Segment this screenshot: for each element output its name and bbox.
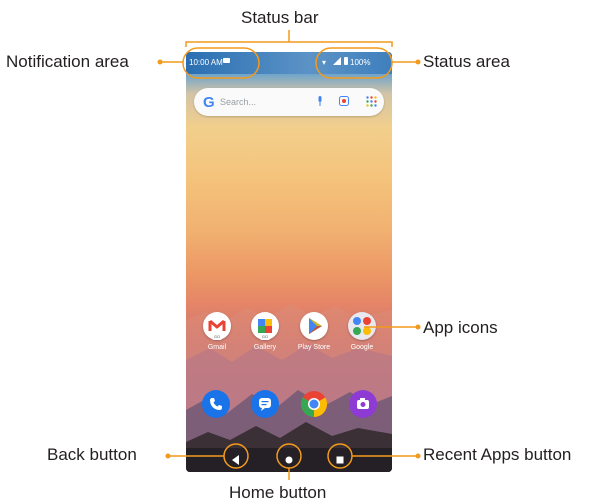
app-label: Google <box>350 344 374 351</box>
google-search-bar[interactable]: G Search... <box>194 88 384 116</box>
notification-area-dot <box>157 59 163 65</box>
back-button-callout: Back button <box>47 445 137 464</box>
recent-apps-button-dot <box>415 453 421 459</box>
app-label: Gmail <box>207 344 227 351</box>
chrome-icon[interactable] <box>300 390 328 418</box>
go-badge: GO <box>212 334 222 340</box>
signal-icon <box>333 57 341 65</box>
home-button[interactable] <box>281 452 297 468</box>
google-folder-icon <box>348 312 376 340</box>
home-button-callout: Home button <box>229 483 327 502</box>
gmail-icon: GO <box>203 312 231 340</box>
gallery-icon: GO <box>251 312 279 340</box>
play-store-icon <box>300 312 328 340</box>
notification-area-callout: Notification area <box>6 52 129 71</box>
lens-icon[interactable] <box>339 96 349 106</box>
app-label: Gallery <box>253 344 277 351</box>
wifi-icon: ▾ <box>322 58 327 67</box>
back-button[interactable] <box>228 452 244 468</box>
recent-apps-button[interactable] <box>332 452 348 468</box>
navigation-bar <box>186 448 392 472</box>
status-time: 10:00 AM <box>189 58 223 67</box>
app-play-store[interactable]: Play Store <box>291 312 337 351</box>
app-icons-dot <box>415 324 421 330</box>
phone-icon[interactable] <box>202 390 230 418</box>
recent-apps-button-callout: Recent Apps button <box>423 445 572 464</box>
search-placeholder: Search... <box>220 97 257 107</box>
mail-notification-icon <box>223 58 230 63</box>
app-label: Play Store <box>297 344 331 351</box>
messages-icon[interactable] <box>251 390 279 418</box>
app-icons-callout: App icons <box>423 318 498 337</box>
google-logo-icon: G <box>203 94 215 111</box>
status-bar-callout: Status bar <box>241 8 319 27</box>
app-gmail[interactable]: GO Gmail <box>194 312 240 351</box>
back-button-dot <box>165 453 171 459</box>
status-bar: 10:00 AM ▾ 100% <box>186 52 392 74</box>
status-bar-bracket <box>185 41 393 47</box>
go-badge: GO <box>260 334 270 340</box>
mic-icon[interactable] <box>317 96 323 106</box>
battery-level: 100% <box>350 58 371 67</box>
app-google-folder[interactable]: Google <box>339 312 385 351</box>
apps-grid-icon[interactable] <box>366 96 377 107</box>
status-area-dot <box>415 59 421 65</box>
battery-icon <box>344 57 348 65</box>
app-gallery[interactable]: GO Gallery <box>242 312 288 351</box>
camera-icon[interactable] <box>349 390 377 418</box>
phone-screen: 10:00 AM ▾ 100% G Search... GO Gmail GO … <box>186 52 392 472</box>
status-area-callout: Status area <box>423 52 510 71</box>
mountain-wallpaper <box>186 304 392 472</box>
